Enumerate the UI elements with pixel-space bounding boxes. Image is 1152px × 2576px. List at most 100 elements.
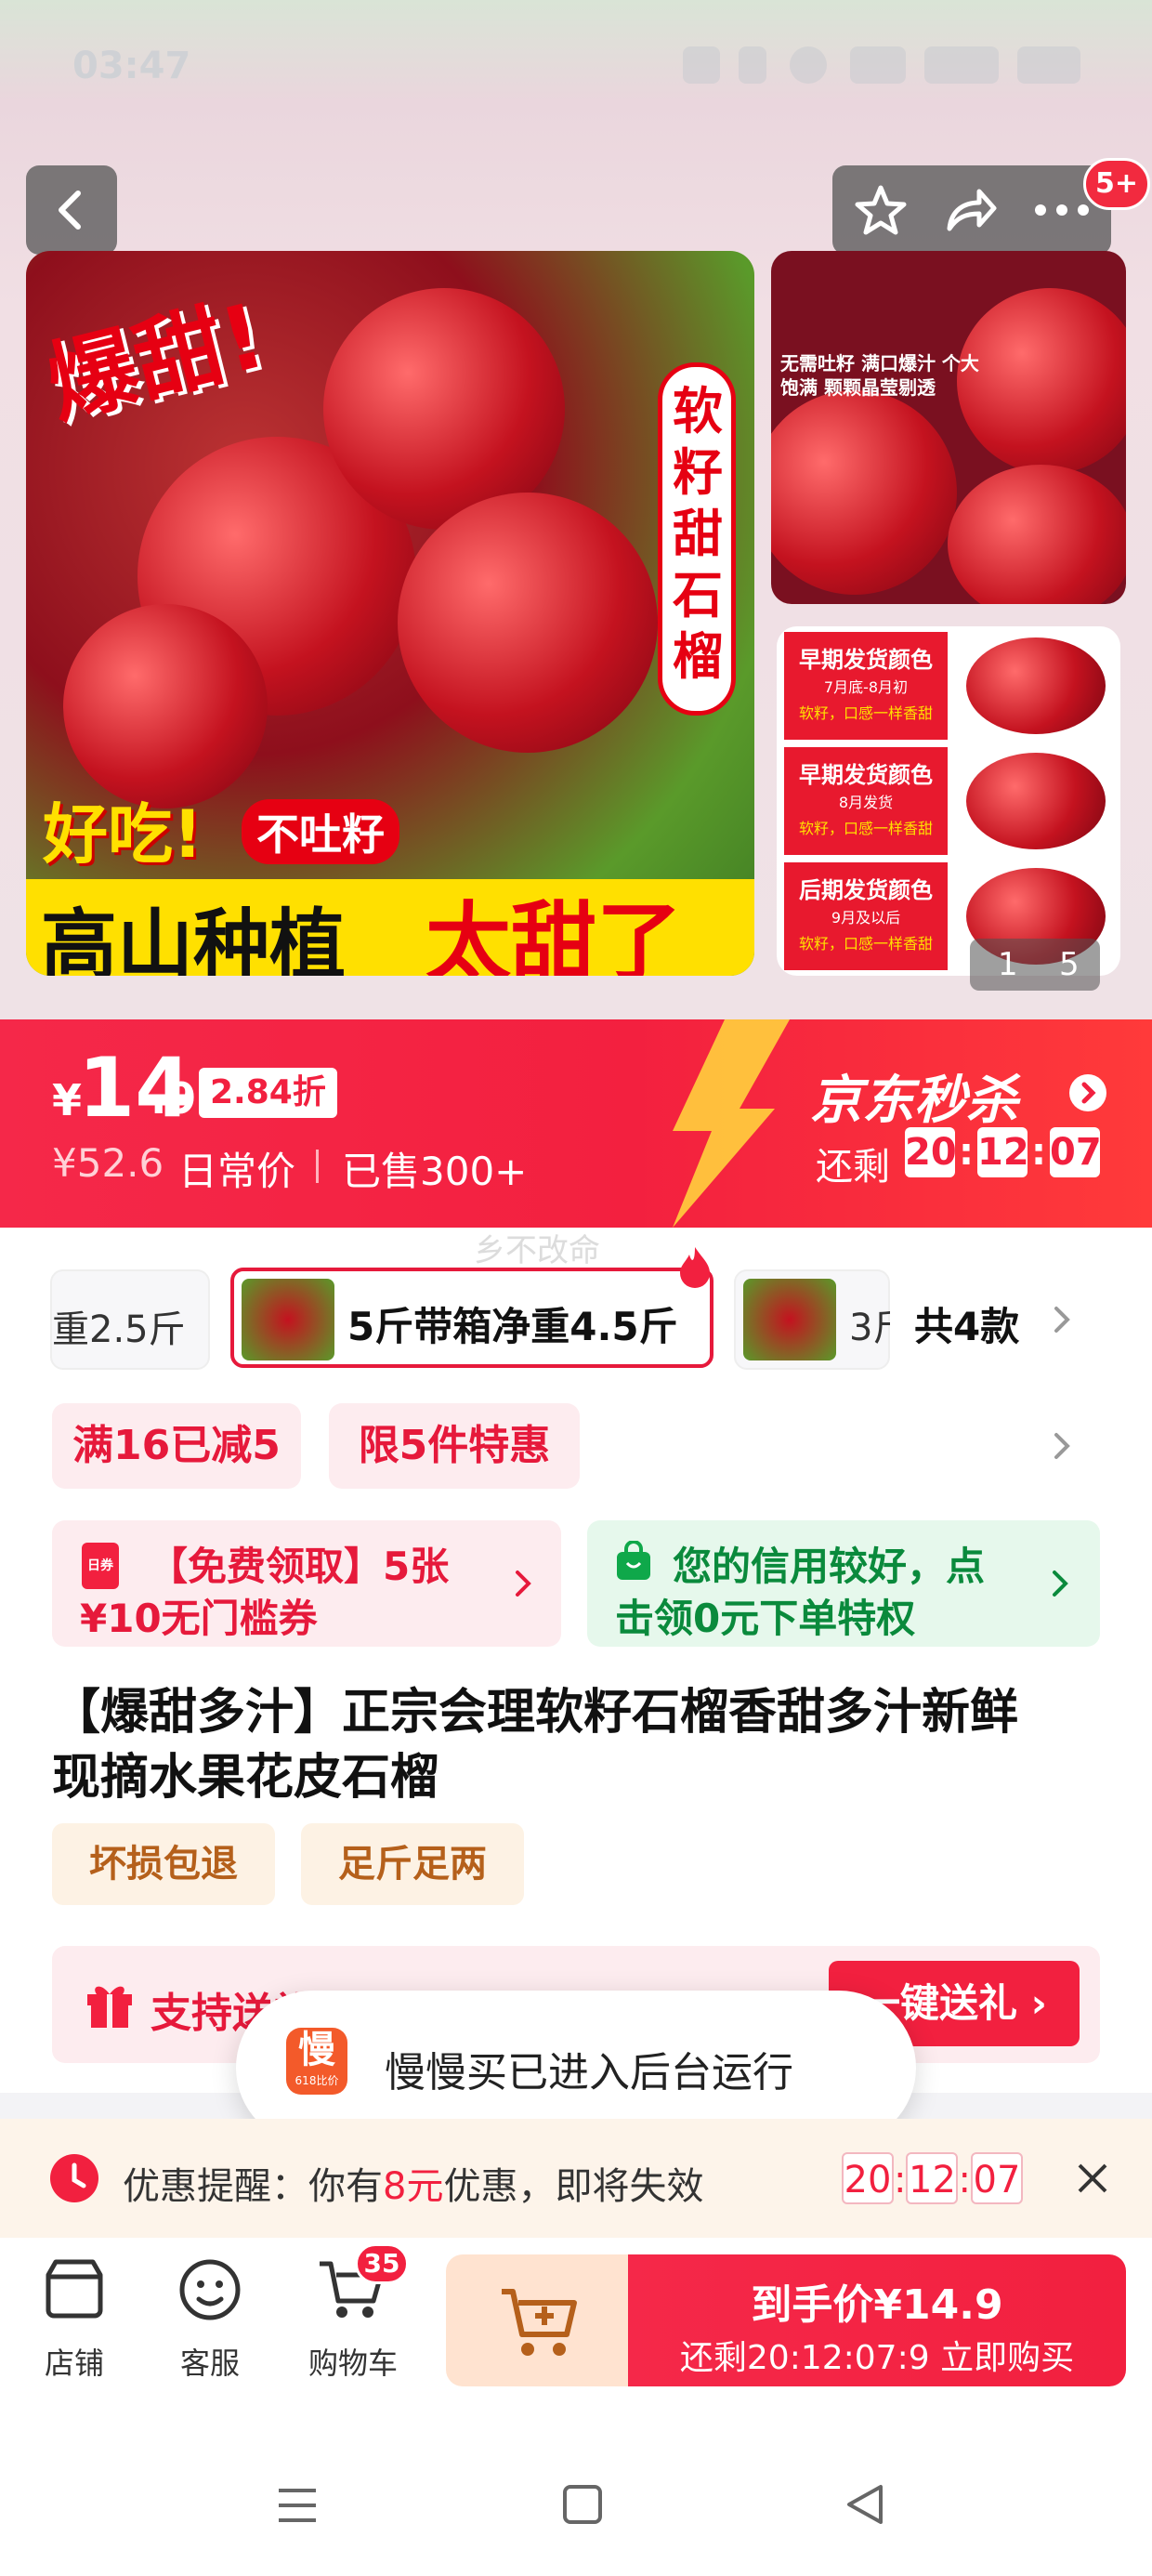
overlay-burst-text: 爆甜! bbox=[37, 283, 275, 438]
credit-line1: 您的信用较好，点 bbox=[673, 1544, 986, 1589]
thumb2-row3-sub: 9月及以后 bbox=[831, 909, 901, 927]
thumb2-row2-sub: 8月发货 bbox=[838, 794, 894, 811]
thumb2-row1-sub: 7月底-8月初 bbox=[823, 678, 909, 696]
reminder-prefix: 优惠提醒：你有 bbox=[123, 2165, 383, 2208]
back-arrow-icon bbox=[59, 191, 81, 230]
thumbnail-1-caption: 无需吐籽 满口爆汁 个大饱满 颗颗晶莹剔透 bbox=[780, 352, 979, 399]
back-triangle-icon[interactable] bbox=[844, 2481, 886, 2528]
credit-chevron-icon bbox=[1053, 1571, 1068, 1597]
status-time: 03:47 bbox=[72, 45, 191, 87]
top-actions bbox=[832, 165, 1111, 255]
countdown-minutes: 12 bbox=[977, 1127, 1029, 1177]
overlay-sweet-text: 太甜了 bbox=[425, 893, 683, 976]
service-tag-full-weight[interactable]: 足斤足两 bbox=[301, 1823, 524, 1905]
thumb2-row3-note: 软籽，口感一样香甜 bbox=[798, 935, 933, 953]
overlay-good-text: 好吃! bbox=[43, 796, 203, 873]
hero-gallery: 03:47 5+ 爆甜! 软籽甜石榴 好吃! 不吐籽 高山种植 太甜了 无需吐籽… bbox=[0, 0, 1152, 1022]
back-button[interactable] bbox=[26, 165, 117, 255]
gift-icon bbox=[87, 1986, 132, 2028]
countdown: 20: 12: 07 bbox=[905, 1127, 1102, 1177]
bottom-action-bar: 店铺 客服 35 购物车 到手价¥14.9 还剩20:12:07:9 立即购买 bbox=[0, 2238, 1152, 2409]
divider bbox=[316, 1150, 319, 1183]
seckill-title[interactable]: 京东秒杀 bbox=[810, 1058, 1018, 1134]
free-coupon-line1: 【免费领取】5张 bbox=[149, 1544, 450, 1589]
thumb2-row2-title: 早期发货颜色 bbox=[799, 762, 933, 788]
chevron-right-circle-icon[interactable] bbox=[1068, 1073, 1107, 1112]
reminder-countdown: 20:12:07 bbox=[842, 2152, 1023, 2204]
overlay-vertical-text: 软籽甜石榴 bbox=[673, 382, 723, 686]
chevron-right-icon[interactable] bbox=[1048, 1301, 1076, 1338]
sku-total[interactable]: 共4款 bbox=[914, 1295, 1019, 1352]
lightning-icon bbox=[673, 1019, 790, 1228]
thumb2-row1-title: 早期发货颜色 bbox=[799, 647, 933, 673]
manmanmai-app-icon: 慢 618比价 bbox=[286, 2028, 347, 2095]
sku-option-2-selected[interactable]: 5斤带箱净重4.5斤 bbox=[230, 1268, 713, 1368]
reminder-minutes: 12 bbox=[906, 2152, 959, 2204]
more-icon[interactable] bbox=[1029, 193, 1094, 227]
sku-option-1[interactable]: 重2.5斤 bbox=[50, 1269, 210, 1370]
cart-count-badge: 35 bbox=[355, 2243, 409, 2284]
moon-icon bbox=[790, 46, 827, 84]
customer-service-label: 客服 bbox=[179, 2346, 240, 2381]
credit-privilege-card[interactable]: 您的信用较好，点 击领0元下单特权 bbox=[587, 1520, 1100, 1647]
thumb2-row2-note: 软籽，口感一样香甜 bbox=[798, 820, 933, 837]
overlay-mountain-text: 高山种植 bbox=[41, 901, 347, 976]
add-to-cart-button[interactable] bbox=[446, 2254, 632, 2386]
sold-count: 已售300+ bbox=[342, 1149, 528, 1194]
favorite-star-icon[interactable] bbox=[853, 182, 909, 238]
share-icon[interactable] bbox=[942, 182, 1000, 238]
thumb2-row3-title: 后期发货颜色 bbox=[799, 877, 933, 903]
app-icon-text: 慢 bbox=[298, 2029, 335, 2071]
system-nav-bar bbox=[0, 2409, 1152, 2576]
mute-icon bbox=[683, 46, 720, 84]
sku-option-2-thumb bbox=[242, 1279, 334, 1360]
buy-now-countdown: 还剩20:12:07:9 立即购买 bbox=[679, 2339, 1075, 2377]
shop-label: 店铺 bbox=[44, 2346, 104, 2381]
app-icon-sub: 618比价 bbox=[295, 2074, 339, 2087]
price-decimal: .9 bbox=[151, 1073, 197, 1124]
battery-icon bbox=[1017, 46, 1080, 84]
shop-button[interactable]: 店铺 bbox=[28, 2256, 121, 2386]
free-coupon-chevron-icon bbox=[516, 1571, 531, 1597]
watermark-text: 乡不改命 bbox=[474, 1232, 600, 1269]
reminder-hours: 20 bbox=[842, 2152, 894, 2204]
original-price-label: 日常价 bbox=[178, 1149, 296, 1194]
buy-now-button[interactable]: 到手价¥14.9 还剩20:12:07:9 立即购买 bbox=[628, 2254, 1126, 2386]
coupon-icon: 日券 bbox=[82, 1543, 119, 1589]
discount-reminder-bar: 优惠提醒：你有8元优惠，即将失效 20:12:07 bbox=[0, 2119, 1152, 2238]
reminder-amount: 8元 bbox=[383, 2165, 444, 2208]
toast-message: 慢慢买已进入后台运行 bbox=[385, 2049, 793, 2096]
credit-line2: 击领0元下单特权 bbox=[615, 1596, 916, 1641]
clock-icon bbox=[50, 2154, 98, 2202]
cart-badge: 5+ bbox=[1083, 158, 1151, 210]
promo-full-reduce[interactable]: 满16已减5 bbox=[52, 1403, 301, 1489]
customer-service-button[interactable]: 客服 bbox=[164, 2256, 256, 2386]
thumbnail-1[interactable]: 无需吐籽 满口爆汁 个大饱满 颗颗晶莹剔透 bbox=[771, 251, 1126, 604]
close-icon[interactable] bbox=[1074, 2160, 1111, 2197]
cart-label: 购物车 bbox=[308, 2346, 398, 2381]
pager-current: 1 bbox=[998, 946, 1018, 983]
countdown-hours: 20 bbox=[905, 1127, 957, 1177]
cart-button[interactable]: 35 购物车 bbox=[295, 2243, 411, 2386]
free-coupon-card[interactable]: 日券 【免费领取】5张 ¥10无门槛券 bbox=[52, 1520, 561, 1647]
original-price: ¥52.6 bbox=[52, 1140, 164, 1186]
sku-option-3[interactable]: 3斤 bbox=[734, 1269, 890, 1370]
bluetooth-icon bbox=[739, 46, 766, 84]
hot-flame-icon bbox=[680, 1247, 710, 1288]
add-to-cart-icon bbox=[502, 2289, 577, 2356]
countdown-seconds: 07 bbox=[1050, 1127, 1102, 1177]
main-product-image[interactable]: 爆甜! 软籽甜石榴 好吃! 不吐籽 高山种植 太甜了 bbox=[26, 251, 754, 976]
product-title-line1: 【爆甜多汁】正宗会理软籽石榴香甜多汁新鲜 bbox=[52, 1685, 1019, 1741]
menu-icon[interactable] bbox=[275, 2485, 320, 2526]
discount-badge: 2.84折 bbox=[199, 1068, 337, 1118]
price-band: ¥ 14 .9 2.84折 ¥52.6 日常价 已售300+ 京东秒杀 还剩 2… bbox=[0, 1019, 1152, 1228]
home-icon[interactable] bbox=[561, 2483, 604, 2526]
service-tag-damage-refund[interactable]: 坏损包退 bbox=[52, 1823, 275, 1905]
thumbnail-2[interactable]: 早期发货颜色 7月底-8月初 软籽，口感一样香甜 早期发货颜色 8月发货 软籽，… bbox=[777, 626, 1120, 976]
image-pager: 1 5 bbox=[970, 939, 1100, 991]
promo-chevron-icon[interactable] bbox=[1048, 1427, 1076, 1465]
free-coupon-line2: ¥10无门槛券 bbox=[80, 1596, 318, 1641]
reminder-text: 优惠提醒：你有8元优惠，即将失效 bbox=[123, 2156, 703, 2210]
promo-limit[interactable]: 限5件特惠 bbox=[329, 1403, 580, 1489]
sku-option-3-thumb bbox=[743, 1279, 836, 1360]
